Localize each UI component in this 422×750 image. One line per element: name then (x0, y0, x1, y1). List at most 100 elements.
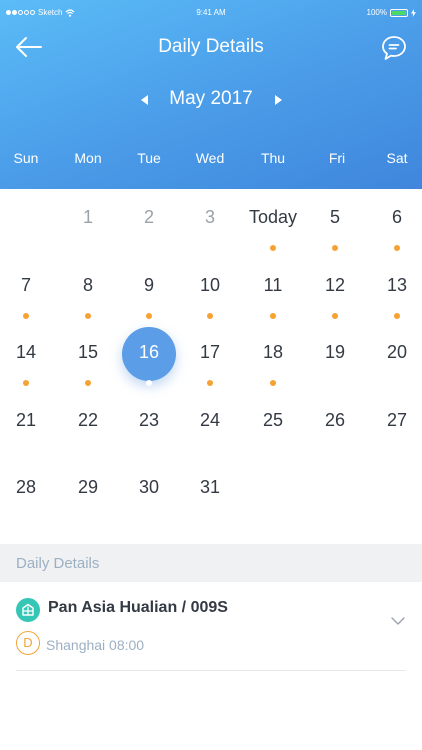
calendar-day[interactable]: 13 (367, 257, 422, 319)
calendar-day[interactable]: 10 (180, 257, 240, 319)
event-dot (207, 380, 213, 386)
calendar-day-number: 11 (263, 275, 283, 295)
event-dot (332, 245, 338, 251)
battery-icon (390, 8, 408, 17)
calendar-day-number: 24 (199, 410, 221, 430)
calendar-day[interactable]: 28 (0, 459, 56, 519)
calendar-day-number: 15 (77, 342, 99, 362)
calendar-day[interactable]: 12 (305, 257, 365, 319)
event-dot (270, 380, 276, 386)
ship-icon (16, 598, 40, 622)
calendar-day[interactable]: 7 (0, 257, 56, 319)
calendar-day-number: 16 (138, 342, 160, 362)
calendar-day[interactable]: 30 (119, 459, 179, 519)
calendar-grid: 1 2 3 Today 5 6 7 8 9 10 11 12 13 14 15 16 17 18 19 20 21 22 2… (0, 189, 422, 544)
calendar-day[interactable]: 29 (58, 459, 118, 519)
calendar-day[interactable]: 25 (243, 392, 303, 452)
calendar-day-number: 31 (199, 477, 221, 497)
detail-title: Pan Asia Hualian / 009S (48, 599, 228, 616)
event-dot (394, 245, 400, 251)
calendar-day-number: 5 (329, 207, 340, 227)
calendar-day-number: 27 (386, 410, 408, 430)
calendar-day[interactable]: 5 (305, 189, 365, 251)
calendar-day[interactable]: 20 (367, 324, 422, 384)
calendar-day[interactable]: 21 (0, 392, 56, 452)
calendar-day-number: 26 (324, 410, 346, 430)
battery-percent: 100% (366, 8, 387, 17)
calendar-day[interactable]: 31 (180, 459, 240, 519)
calendar-day-number: 30 (138, 477, 160, 497)
calendar-day-number: 14 (15, 342, 37, 362)
calendar-day[interactable]: 17 (180, 324, 240, 386)
calendar-day[interactable]: 15 (58, 324, 118, 386)
calendar-day[interactable]: 26 (305, 392, 365, 452)
calendar-day-number: 29 (77, 477, 99, 497)
event-dot (332, 313, 338, 319)
detail-subtitle: Shanghai 08:00 (46, 637, 145, 653)
event-dot (270, 245, 276, 251)
calendar-day[interactable]: 22 (58, 392, 118, 452)
calendar-day[interactable]: 6 (367, 189, 422, 251)
calendar-day-number: 17 (199, 342, 221, 362)
event-dot (146, 313, 152, 319)
calendar-day[interactable]: 24 (180, 392, 240, 452)
chevron-down-icon[interactable] (390, 613, 406, 629)
chat-bubble-icon (382, 36, 406, 60)
calendar-day-number: 13 (386, 275, 408, 295)
calendar-day-number: 28 (15, 477, 37, 497)
calendar-day[interactable]: 19 (305, 324, 365, 384)
caret-right-icon (275, 95, 282, 105)
weekday-label: Sun (13, 150, 39, 166)
weekday-header: Sun Mon Tue Wed Thu Fri Sat (0, 150, 422, 170)
calendar-day-number: 18 (262, 342, 284, 362)
event-dot (23, 313, 29, 319)
calendar-day[interactable]: 1 (58, 189, 118, 249)
event-dot (85, 313, 91, 319)
calendar-day[interactable]: 16 (119, 324, 179, 386)
calendar-day-number: 19 (324, 342, 346, 362)
calendar-day-number: 21 (15, 410, 37, 430)
weekday-label: Tue (137, 150, 161, 166)
event-dot (270, 313, 276, 319)
calendar-day[interactable]: 18 (243, 324, 303, 386)
calendar-day[interactable]: 9 (119, 257, 179, 319)
event-dot (85, 380, 91, 386)
calendar-day-today[interactable]: Today (243, 189, 303, 251)
calendar-day[interactable]: 23 (119, 392, 179, 452)
calendar-day[interactable]: 11 (243, 257, 303, 319)
event-dot (394, 313, 400, 319)
calendar-day[interactable]: 14 (0, 324, 56, 386)
calendar-day-number: 9 (143, 275, 154, 295)
detail-list-item[interactable]: Pan Asia Hualian / 009S D Shanghai 08:00 (16, 593, 406, 671)
calendar-day[interactable]: 27 (367, 392, 422, 452)
calendar-day-number: 22 (77, 410, 99, 430)
event-dot (207, 313, 213, 319)
calendar-day-number: 7 (20, 275, 31, 295)
section-header: Daily Details (0, 544, 422, 582)
status-bar: Sketch 9:41 AM 100% (0, 8, 422, 24)
weekday-label: Mon (74, 150, 102, 166)
next-month-button[interactable] (268, 90, 288, 110)
section-title: Daily Details (16, 555, 100, 572)
status-time: 9:41 AM (196, 8, 226, 17)
nav-bar: Daily Details (0, 30, 422, 64)
message-button[interactable] (380, 34, 408, 62)
calendar-day-number: 23 (138, 410, 160, 430)
calendar-day[interactable]: 8 (58, 257, 118, 319)
calendar-day[interactable]: 2 (119, 189, 179, 249)
page-title: Daily Details (158, 36, 264, 57)
charging-icon (411, 8, 416, 17)
calendar-day-number: 12 (324, 275, 346, 295)
weekday-label: Fri (328, 150, 346, 166)
calendar-day-number: 10 (199, 275, 221, 295)
event-dot (23, 380, 29, 386)
event-dot (146, 380, 152, 386)
status-right: 100% (367, 8, 416, 17)
calendar-day-number: 20 (386, 342, 408, 362)
calendar-day-number: Today (248, 207, 298, 227)
month-label: May 2017 (169, 88, 253, 109)
calendar-day-number: 2 (143, 207, 154, 227)
calendar-day-number: 6 (391, 207, 402, 227)
calendar-day[interactable]: 3 (180, 189, 240, 249)
calendar-day-number: 3 (204, 207, 215, 227)
